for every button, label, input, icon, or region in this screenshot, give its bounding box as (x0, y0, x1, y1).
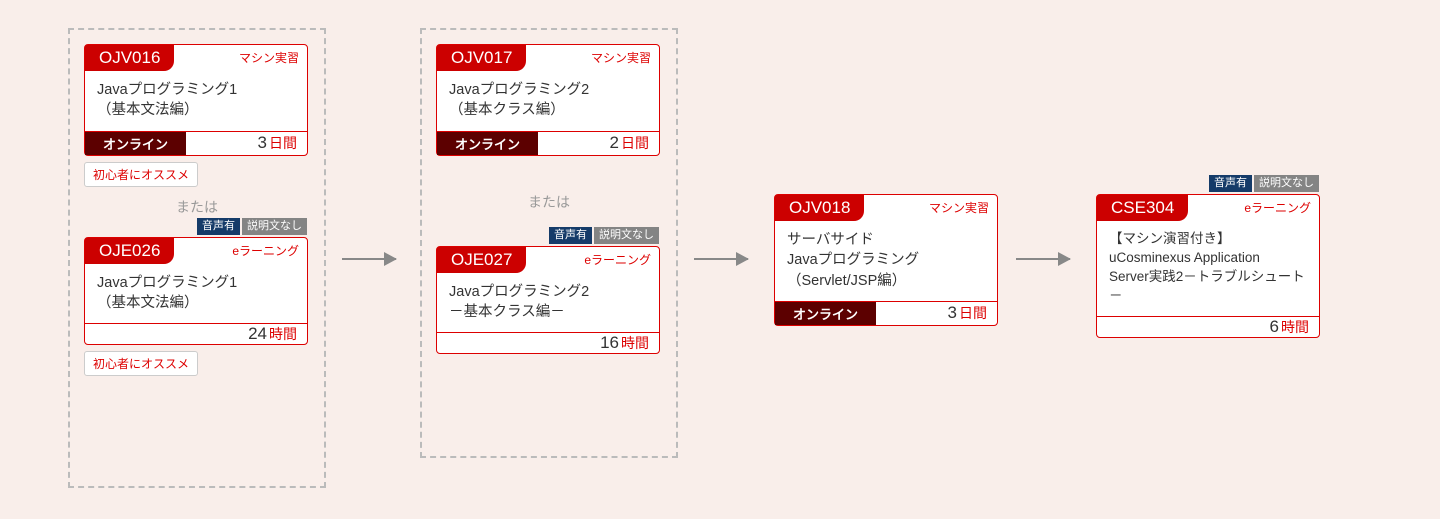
course-code: OJV018 (775, 195, 864, 221)
card-oje027[interactable]: 音声有説明文なし OJE027 eラーニング Javaプログラミング2 －基本ク… (436, 246, 660, 355)
duration: 3日間 (876, 303, 997, 323)
card-cse304[interactable]: 音声有説明文なし CSE304 eラーニング 【マシン演習付き】 uCosmin… (1096, 194, 1320, 338)
duration: 16時間 (437, 333, 659, 353)
group-2: OJV017 マシン実習 Javaプログラミング2 （基本クラス編） オンライン… (420, 28, 678, 458)
card-oje026[interactable]: 音声有説明文なし OJE026 eラーニング Javaプログラミング1 （基本文… (84, 237, 308, 346)
arrow-icon (342, 258, 396, 260)
recommend-badge: 初心者にオススメ (84, 162, 198, 187)
card-ojv017[interactable]: OJV017 マシン実習 Javaプログラミング2 （基本クラス編） オンライン… (436, 44, 660, 156)
mode-badge: オンライン (85, 132, 186, 155)
course-title: Javaプログラミング2 －基本クラス編－ (437, 273, 659, 334)
course-tag: eラーニング (526, 247, 659, 273)
duration: 6時間 (1097, 317, 1319, 337)
course-tag: eラーニング (1188, 195, 1319, 221)
course-title: Javaプログラミング1 （基本文法編） (85, 264, 307, 325)
duration: 24時間 (85, 324, 307, 344)
duration: 3日間 (186, 133, 307, 153)
arrow-icon (694, 258, 748, 260)
chips: 音声有説明文なし (1209, 175, 1319, 192)
duration: 2日間 (538, 133, 659, 153)
group-1: OJV016 マシン実習 Javaプログラミング1 （基本文法編） オンライン … (68, 28, 326, 488)
mode-badge: オンライン (775, 302, 876, 325)
course-title: Javaプログラミング1 （基本文法編） (85, 71, 307, 132)
chips: 音声有説明文なし (549, 227, 659, 244)
diagram-canvas: OJV016 マシン実習 Javaプログラミング1 （基本文法編） オンライン … (0, 0, 1440, 519)
course-title: サーバサイド Javaプログラミング （Servlet/JSP編） (775, 221, 997, 302)
card-ojv016[interactable]: OJV016 マシン実習 Javaプログラミング1 （基本文法編） オンライン … (84, 44, 308, 156)
course-code: OJV017 (437, 45, 526, 71)
course-code: OJE027 (437, 247, 526, 273)
chips: 音声有説明文なし (197, 218, 307, 235)
course-code: CSE304 (1097, 195, 1188, 221)
course-tag: マシン実習 (864, 195, 997, 221)
course-tag: マシン実習 (174, 45, 307, 71)
or-label: または (436, 192, 662, 212)
course-title: 【マシン演習付き】 uCosminexus Application Server… (1097, 221, 1319, 317)
mode-badge: オンライン (437, 132, 538, 155)
course-code: OJV016 (85, 45, 174, 71)
course-tag: マシン実習 (526, 45, 659, 71)
arrow-icon (1016, 258, 1070, 260)
card-ojv018[interactable]: OJV018 マシン実習 サーバサイド Javaプログラミング （Servlet… (774, 194, 998, 326)
or-label: または (84, 197, 310, 217)
course-title: Javaプログラミング2 （基本クラス編） (437, 71, 659, 132)
course-tag: eラーニング (174, 238, 307, 264)
course-code: OJE026 (85, 238, 174, 264)
recommend-badge: 初心者にオススメ (84, 351, 198, 376)
